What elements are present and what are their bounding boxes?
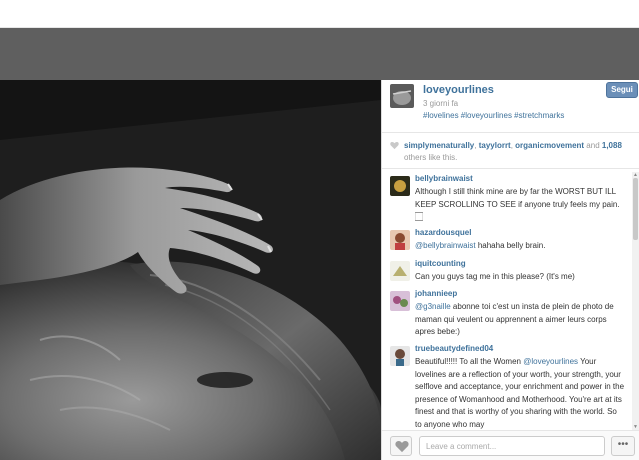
commenter-avatar[interactable]: [390, 346, 410, 366]
post-caption[interactable]: #lovelines #loveyourlines #stretchmarks: [423, 111, 564, 120]
heart-icon: [390, 141, 399, 150]
more-options-button[interactable]: •••: [611, 436, 635, 456]
divider: [382, 132, 639, 133]
mention-link[interactable]: @g3naille: [415, 302, 451, 311]
likes-others-text: others like this.: [404, 153, 458, 162]
commenter-avatar[interactable]: [390, 230, 410, 250]
post-details-panel: loveyourlines 3 giorni fa #lovelines #lo…: [381, 80, 639, 460]
commenter-avatar[interactable]: [390, 291, 410, 311]
like-button[interactable]: [390, 436, 412, 456]
comment-text: @bellybrainwaist hahaha belly brain.: [415, 240, 625, 253]
likes-summary: simplymenaturally, tayylorrt, organicmov…: [390, 140, 628, 164]
follow-button[interactable]: Segui: [606, 82, 638, 98]
mention-link[interactable]: @loveyourlines: [523, 357, 578, 366]
author-username[interactable]: loveyourlines: [423, 84, 494, 96]
commenter-avatar[interactable]: [390, 261, 410, 281]
comment-text: Although I still think mine are by far t…: [415, 187, 620, 221]
top-bar: [0, 0, 639, 28]
comment-text: Beautiful!!!!! To all the Women @loveyou…: [415, 356, 625, 430]
comment-body: Beautiful!!!!! To all the Women: [415, 357, 524, 366]
commenter-username[interactable]: truebeautydefined04: [415, 344, 493, 353]
heart-icon: [395, 440, 409, 453]
commenter-avatar[interactable]: [390, 176, 410, 196]
comments-list[interactable]: bellybrainwaist Although I still think m…: [382, 172, 639, 430]
liker-link[interactable]: organicmovement: [515, 141, 584, 150]
instagram-post-lightbox: loveyourlines 3 giorni fa #lovelines #lo…: [0, 0, 639, 460]
commenter-username[interactable]: iquitcounting: [415, 259, 466, 268]
commenter-username[interactable]: hazardousquel: [415, 228, 471, 237]
comment-input[interactable]: [419, 436, 605, 456]
overlay-backdrop[interactable]: [0, 28, 639, 80]
mention-link[interactable]: @bellybrainwaist: [415, 241, 476, 250]
comment-footer: •••: [382, 430, 639, 460]
comment-body: hahaha belly brain.: [475, 241, 546, 250]
commenter-username[interactable]: johannieep: [415, 289, 457, 298]
likes-count[interactable]: 1,088: [602, 141, 622, 150]
likes-and: and: [584, 141, 602, 150]
post-header: loveyourlines 3 giorni fa #lovelines #lo…: [382, 80, 639, 132]
commenter-username[interactable]: bellybrainwaist: [415, 174, 473, 183]
liker-link[interactable]: tayylorrt: [479, 141, 511, 150]
divider: [382, 168, 639, 169]
comment-text: Can you guys tag me in this please? (It'…: [415, 272, 575, 281]
scroll-thumb[interactable]: [633, 178, 638, 240]
liker-link[interactable]: simplymenaturally: [404, 141, 474, 150]
author-avatar[interactable]: [390, 84, 414, 108]
post-timestamp: 3 giorni fa: [423, 99, 459, 108]
photo-image: [0, 80, 381, 460]
comment-body: Your lovelines are a reflection of your …: [415, 357, 625, 429]
likes-text: simplymenaturally, tayylorrt, organicmov…: [390, 140, 628, 164]
comments-scrollbar[interactable]: ▲ ▼: [632, 172, 639, 430]
post-photo[interactable]: [0, 80, 381, 460]
comment-text: @g3naille abonne toi c'est un insta de p…: [415, 301, 625, 339]
